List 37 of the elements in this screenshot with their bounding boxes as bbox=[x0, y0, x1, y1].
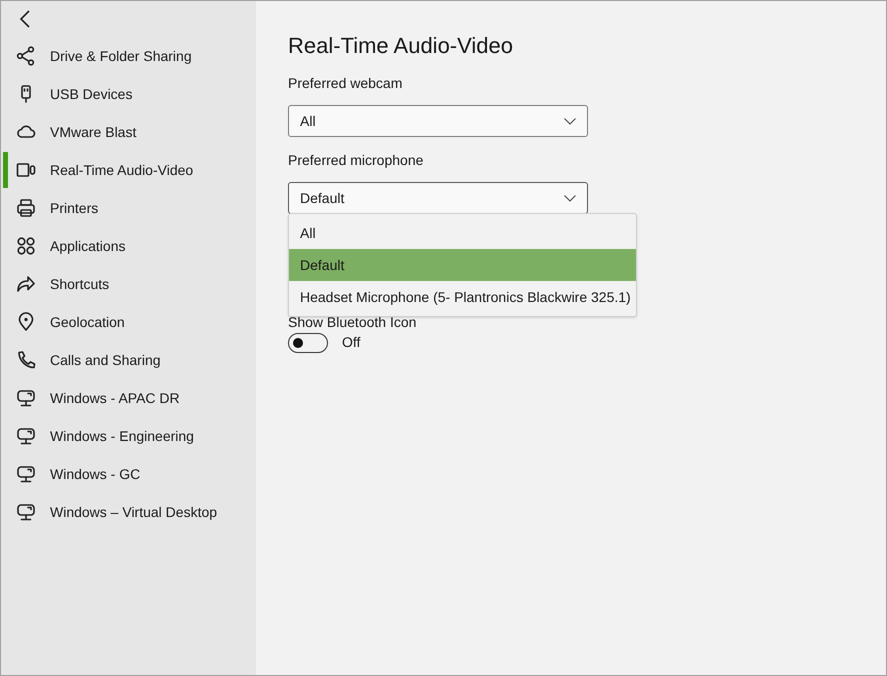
location-pin-icon bbox=[16, 312, 36, 332]
sidebar-item[interactable]: Windows - APAC DR bbox=[1, 379, 256, 417]
phone-icon bbox=[16, 350, 36, 370]
sidebar-item[interactable]: Drive & Folder Sharing bbox=[1, 37, 256, 75]
sidebar-item[interactable]: Calls and Sharing bbox=[1, 341, 256, 379]
printer-icon bbox=[16, 198, 36, 218]
back-icon bbox=[19, 10, 31, 28]
monitor-icon bbox=[16, 502, 36, 522]
sidebar-item[interactable]: Geolocation bbox=[1, 303, 256, 341]
sidebar-item[interactable]: Printers bbox=[1, 189, 256, 227]
field-label: Preferred microphone bbox=[288, 151, 424, 170]
dropdown-option[interactable]: All bbox=[289, 217, 636, 249]
camera-icon bbox=[16, 160, 36, 180]
sidebar-item[interactable]: Applications bbox=[1, 227, 256, 265]
monitor-icon bbox=[16, 388, 36, 408]
field-label: Preferred webcam bbox=[288, 74, 404, 93]
sidebar-item[interactable]: Windows - GC bbox=[1, 455, 256, 493]
arrow-icon bbox=[16, 274, 36, 294]
dropdown-option[interactable]: Default bbox=[289, 249, 636, 281]
sidebar-item[interactable]: VMware Blast bbox=[1, 113, 256, 151]
field-label: Show Bluetooth Icon bbox=[288, 313, 418, 331]
microphone-dropdown[interactable]: Default bbox=[288, 182, 588, 214]
sidebar-item[interactable]: Windows – Virtual Desktop bbox=[1, 493, 256, 531]
dropdown-option[interactable]: Headset Microphone (5- Plantronics Blackwire 325.1) bbox=[289, 281, 636, 313]
monitor-icon bbox=[16, 426, 36, 446]
page-title: Real-Time Audio-Video bbox=[288, 32, 514, 60]
toggle-switch[interactable] bbox=[288, 332, 328, 352]
apps-icon bbox=[16, 236, 36, 256]
chevron-down-icon bbox=[564, 118, 576, 124]
chevron-down-icon bbox=[564, 194, 576, 202]
webcam-dropdown[interactable]: All bbox=[288, 105, 588, 137]
sidebar-item[interactable]: USB Devices bbox=[1, 75, 256, 113]
share-icon bbox=[16, 46, 36, 66]
sidebar-item[interactable]: Shortcuts bbox=[1, 265, 256, 303]
monitor-icon bbox=[16, 464, 36, 484]
toggle-state: Off bbox=[342, 333, 360, 352]
sidebar-item[interactable]: Windows - Engineering bbox=[1, 417, 256, 455]
